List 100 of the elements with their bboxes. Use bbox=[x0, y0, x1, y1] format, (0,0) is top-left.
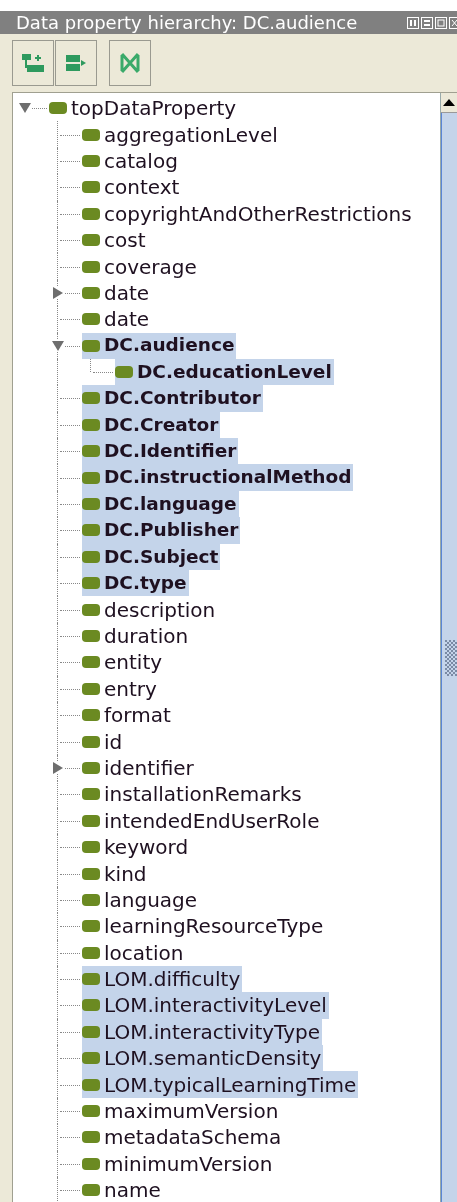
tree-item-label: kind bbox=[104, 863, 147, 884]
tree-item-label: DC.Creator bbox=[104, 415, 219, 435]
tree-item-label: LOM.interactivityLevel bbox=[104, 995, 327, 1016]
tree-item-label: minimumVersion bbox=[104, 1153, 273, 1174]
tree-item-label: cost bbox=[104, 230, 146, 251]
tree-item[interactable]: DC.Contributor bbox=[82, 385, 263, 412]
property-icon bbox=[49, 102, 67, 115]
property-icon bbox=[82, 761, 100, 774]
property-icon bbox=[82, 392, 100, 405]
tree-item-label: DC.Subject bbox=[104, 547, 219, 567]
property-icon bbox=[82, 946, 100, 959]
close-icon[interactable] bbox=[449, 16, 457, 29]
property-icon bbox=[82, 418, 100, 431]
property-icon bbox=[82, 339, 100, 352]
tree-item[interactable]: LOM.difficulty bbox=[82, 965, 243, 993]
property-icon bbox=[82, 841, 100, 854]
tree-item-label: DC.instructionalMethod bbox=[104, 468, 352, 487]
maximize-icon[interactable] bbox=[435, 16, 447, 29]
property-icon bbox=[115, 366, 133, 379]
tree-item[interactable]: DC.type bbox=[82, 570, 189, 597]
expand-toggle[interactable] bbox=[52, 339, 64, 352]
tree-item-label: description bbox=[104, 599, 216, 620]
property-icon bbox=[82, 630, 100, 642]
tree-item-label: context bbox=[104, 177, 180, 198]
scroll-up-icon[interactable] bbox=[443, 99, 455, 106]
tree-item-label: aggregationLevel bbox=[104, 124, 278, 145]
tree-item[interactable]: DC.Creator bbox=[82, 411, 221, 439]
tree-item-label: LOM.typicalLearningTime bbox=[104, 1074, 357, 1095]
tree-item-label: name bbox=[104, 1180, 161, 1201]
window-title: Data property hierarchy: DC.audience bbox=[16, 13, 358, 32]
tree-item-label: LOM.interactivityType bbox=[104, 1021, 321, 1042]
property-icon bbox=[82, 1078, 100, 1091]
tree-item-label: DC.Contributor bbox=[104, 389, 261, 408]
property-icon bbox=[82, 999, 100, 1012]
tree-item-label: format bbox=[104, 705, 171, 726]
tree-item-label: DC.language bbox=[104, 494, 237, 514]
tree-item[interactable]: DC.Publisher bbox=[82, 517, 241, 544]
tree-item-label: DC.type bbox=[104, 573, 187, 593]
tree-item-label: LOM.difficulty bbox=[104, 969, 241, 990]
property-icon bbox=[82, 471, 100, 484]
property-icon bbox=[82, 973, 100, 986]
property-icon bbox=[82, 207, 100, 220]
tree-item[interactable]: DC.Subject bbox=[82, 543, 221, 571]
property-icon bbox=[82, 814, 100, 827]
delete-button[interactable] bbox=[109, 40, 151, 86]
tree-item[interactable]: LOM.semanticDensity bbox=[82, 1045, 324, 1072]
property-icon bbox=[82, 154, 100, 167]
minimize-icon[interactable] bbox=[421, 16, 433, 29]
tree-item-label: identifier bbox=[104, 757, 194, 778]
property-icon bbox=[82, 577, 100, 590]
tree-item-label: copyrightAndOtherRestrictions bbox=[104, 203, 412, 224]
tree-item-label: metadataSchema bbox=[104, 1127, 282, 1148]
tree-item-label: maximumVersion bbox=[104, 1101, 279, 1122]
tree-item-label: location bbox=[104, 942, 184, 963]
property-icon bbox=[82, 260, 100, 273]
tree-item[interactable]: DC.audience bbox=[82, 332, 237, 359]
property-icon bbox=[82, 867, 100, 880]
tree-item[interactable]: DC.Identifier bbox=[82, 438, 239, 465]
property-icon bbox=[82, 445, 100, 458]
property-icon bbox=[82, 286, 100, 299]
property-icon bbox=[82, 603, 100, 616]
add-subproperty-button[interactable] bbox=[12, 40, 54, 86]
tree-item-label: date bbox=[104, 309, 150, 330]
property-icon bbox=[82, 1157, 100, 1170]
tree-item-label: coverage bbox=[104, 256, 197, 277]
property-icon bbox=[82, 656, 100, 669]
tree-item-label: DC.Publisher bbox=[104, 521, 239, 540]
tree-item-label: topDataProperty bbox=[71, 98, 237, 119]
property-icon bbox=[82, 1105, 100, 1118]
property-icon bbox=[82, 893, 100, 906]
property-icon bbox=[82, 1052, 100, 1065]
tree-item-label: keyword bbox=[104, 837, 189, 858]
tree-item-label: entity bbox=[104, 652, 163, 673]
add-sibling-button[interactable] bbox=[55, 40, 97, 86]
tree-item-label: language bbox=[104, 889, 198, 910]
tree-item[interactable]: LOM.typicalLearningTime bbox=[82, 1071, 359, 1098]
tree-item-label: DC.audience bbox=[104, 336, 235, 355]
add-sibling-icon bbox=[64, 52, 88, 74]
expand-toggle[interactable] bbox=[19, 102, 31, 114]
tree-item-label: DC.educationLevel bbox=[137, 362, 332, 382]
tree-item-label: DC.Identifier bbox=[104, 442, 237, 461]
tree-item[interactable]: DC.language bbox=[82, 490, 239, 518]
tree-item-label: entry bbox=[104, 678, 157, 699]
tree-item[interactable]: LOM.interactivityLevel bbox=[82, 992, 329, 1019]
tree-item[interactable]: LOM.interactivityType bbox=[82, 1018, 323, 1046]
tree-item[interactable]: DC.instructionalMethod bbox=[82, 464, 354, 491]
tree-item-label: LOM.semanticDensity bbox=[104, 1048, 322, 1069]
property-icon bbox=[82, 524, 100, 537]
scroll-grip-icon[interactable] bbox=[445, 639, 457, 676]
tree-item[interactable]: DC.educationLevel bbox=[115, 358, 334, 386]
tree-item-label: id bbox=[104, 731, 123, 752]
tree-item-label: duration bbox=[104, 626, 189, 646]
scrollbar[interactable] bbox=[440, 93, 457, 1202]
tree-item-label: intendedEndUserRole bbox=[104, 810, 320, 831]
tree-item-label: installationRemarks bbox=[104, 784, 302, 805]
property-icon bbox=[82, 709, 100, 722]
property-icon bbox=[82, 1184, 100, 1197]
property-icon bbox=[82, 1131, 100, 1144]
split-icon[interactable] bbox=[407, 16, 419, 29]
property-icon bbox=[82, 313, 100, 326]
